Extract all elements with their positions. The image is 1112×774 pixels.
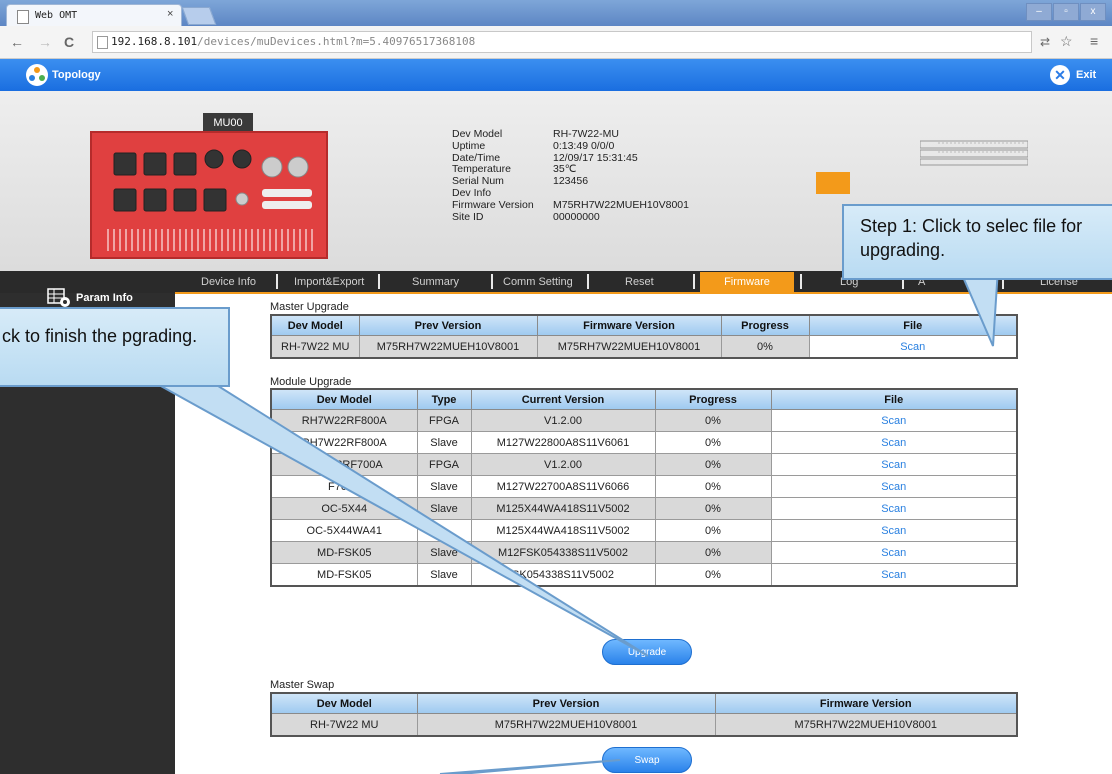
callout2-pointer bbox=[149, 379, 649, 657]
step1-callout: Step 1: Click to selec file for upgradin… bbox=[842, 204, 1112, 280]
callout-pointers bbox=[149, 266, 1000, 774]
callout3-pointer bbox=[439, 759, 621, 774]
step2-callout: ck to finish the pgrading. bbox=[0, 307, 230, 387]
